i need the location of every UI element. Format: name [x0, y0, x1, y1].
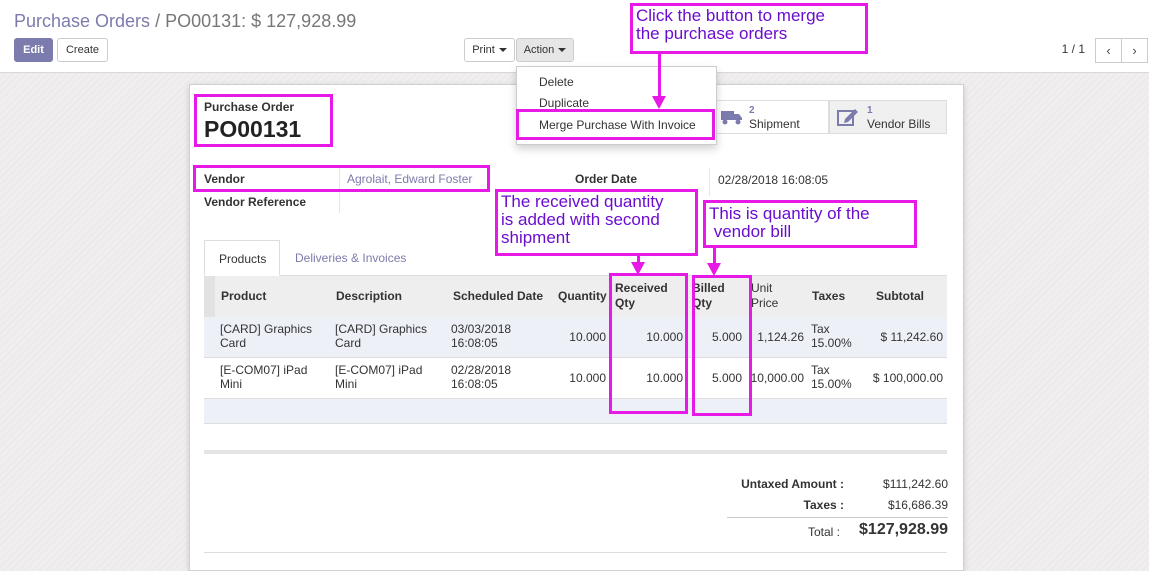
print-dropdown-button[interactable]: Print	[464, 38, 515, 62]
vendor-highlight-box	[193, 165, 490, 192]
breadcrumb: Purchase Orders / PO00131: $ 127,928.99	[14, 11, 356, 32]
vendor-bills-label: Vendor Bills	[867, 117, 931, 131]
header-subtotal[interactable]: Subtotal	[876, 289, 924, 303]
header-scheduled-date[interactable]: Scheduled Date	[453, 289, 543, 303]
shipment-count: 2	[749, 105, 755, 116]
header-quantity[interactable]: Quantity	[558, 289, 607, 303]
cell-description: [E-COM07] iPad Mini	[335, 363, 423, 391]
table-row[interactable]: [CARD] Graphics Card [CARD] Graphics Car…	[204, 317, 947, 358]
cell-unit-price: 1,124.26	[757, 330, 804, 344]
totals-divider	[727, 517, 948, 518]
header-product[interactable]: Product	[221, 289, 266, 303]
menu-item-delete[interactable]: Delete	[539, 75, 574, 89]
cell-unit-price: 10,000.00	[750, 371, 804, 385]
billed-callout-text: This is quantity of the vendor bill	[709, 204, 870, 241]
tab-products[interactable]: Products	[204, 240, 280, 276]
total-label: Total :	[807, 525, 840, 539]
received-callout-text: The received quantity is added with seco…	[501, 192, 664, 247]
caret-down-icon	[498, 48, 507, 52]
billed-arrow-head	[707, 263, 721, 276]
row-handle-column	[204, 276, 215, 317]
truck-icon	[721, 111, 742, 125]
pager-value[interactable]: 1 / 1	[1062, 42, 1085, 56]
edit-button[interactable]: Edit	[14, 38, 53, 62]
received-qty-highlight-box	[609, 273, 688, 414]
cell-quantity: 10.000	[569, 371, 606, 385]
tab-deliveries-invoices[interactable]: Deliveries & Invoices	[295, 251, 406, 265]
cell-product: [CARD] Graphics Card	[220, 322, 313, 350]
cell-description: [CARD] Graphics Card	[335, 322, 428, 350]
taxes-total-label: Taxes :	[803, 498, 844, 512]
total-value: $127,928.99	[859, 521, 948, 538]
pager-previous-button[interactable]: ‹	[1095, 38, 1122, 63]
tab-products-label: Products	[219, 252, 267, 266]
order-date-value: 02/28/2018 16:08:05	[718, 173, 829, 187]
taxes-total-value: $16,686.39	[887, 498, 948, 512]
sheet-bottom-divider	[204, 552, 947, 553]
cell-scheduled-date: 02/28/2018 16:08:05	[451, 363, 512, 391]
breadcrumb-separator: /	[150, 11, 166, 31]
untaxed-amount-label: Untaxed Amount :	[741, 477, 844, 491]
table-header: Product Description Scheduled Date Quant…	[204, 276, 947, 317]
field-separator	[709, 168, 710, 196]
edit-icon	[837, 109, 858, 126]
breadcrumb-current: PO00131: $ 127,928.99	[165, 11, 357, 31]
po-name-highlight-box	[194, 94, 333, 147]
header-unit-price[interactable]: Unit Price	[751, 281, 791, 311]
cell-quantity: 10.000	[569, 330, 606, 344]
cell-product: [E-COM07] iPad Mini	[220, 363, 308, 391]
billed-arrow-line	[713, 248, 716, 264]
breadcrumb-parent-link[interactable]: Purchase Orders	[14, 11, 150, 31]
cell-subtotal: $ 11,242.60	[880, 330, 943, 344]
action-label: Action	[523, 44, 555, 56]
table-row[interactable]: [E-COM07] iPad Mini [E-COM07] iPad Mini …	[204, 358, 947, 399]
header-description[interactable]: Description	[336, 289, 402, 303]
cell-scheduled-date: 03/03/2018 16:08:05	[451, 322, 512, 350]
table-footer-divider	[204, 450, 947, 454]
merge-callout-text: Click the button to merge the purchase o…	[636, 6, 825, 43]
merge-arrow-head	[652, 96, 666, 109]
billed-qty-highlight-box	[692, 275, 752, 416]
vendor-reference-label: Vendor Reference	[204, 195, 307, 209]
received-arrow-head	[631, 262, 645, 275]
pager-next-button[interactable]: ›	[1121, 38, 1148, 63]
untaxed-amount-value: $111,242.60	[883, 477, 948, 491]
table-empty-row	[204, 399, 947, 424]
menu-item-duplicate[interactable]: Duplicate	[539, 96, 589, 110]
shipment-label: Shipment	[749, 117, 800, 131]
vendor-bills-count: 1	[867, 105, 873, 116]
shipment-stat-button[interactable]: 2 Shipment	[715, 100, 829, 134]
merge-highlight-box	[516, 109, 715, 140]
vendor-bills-stat-button[interactable]: 1 Vendor Bills	[829, 100, 947, 134]
caret-down-icon	[558, 48, 567, 52]
create-button[interactable]: Create	[57, 38, 108, 62]
cell-subtotal: $ 100,000.00	[872, 371, 943, 385]
action-dropdown-button[interactable]: Action	[516, 38, 574, 62]
merge-arrow-line	[658, 54, 661, 97]
print-label: Print	[472, 44, 495, 56]
control-panel: Purchase Orders / PO00131: $ 127,928.99 …	[0, 0, 1149, 73]
header-taxes[interactable]: Taxes	[812, 289, 845, 303]
order-date-label: Order Date	[575, 172, 638, 186]
